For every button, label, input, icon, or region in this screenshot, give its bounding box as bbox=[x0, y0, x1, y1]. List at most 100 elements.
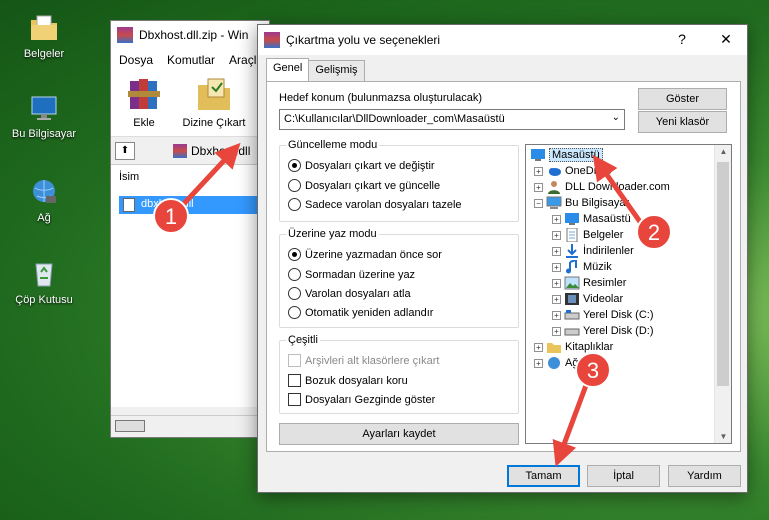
radio-button[interactable] bbox=[288, 287, 301, 300]
chevron-down-icon[interactable]: ⌄ bbox=[612, 112, 620, 123]
tree-scrollbar[interactable]: ▲ ▼ bbox=[714, 145, 731, 443]
tree-item-label: Resimler bbox=[583, 277, 627, 289]
expand-icon[interactable]: + bbox=[552, 294, 561, 304]
extract-to-button[interactable]: Dizine Çıkart bbox=[179, 75, 249, 132]
add-button[interactable]: Ekle bbox=[119, 75, 169, 132]
save-settings-button[interactable]: Ayarları kaydet bbox=[279, 423, 519, 445]
tree-item-this-pc[interactable]: − Bu Bilgisayar bbox=[534, 195, 629, 211]
radio-button[interactable] bbox=[288, 179, 301, 192]
tree-item-label: OneDrive bbox=[565, 165, 612, 177]
extract-options-dialog: Çıkartma yolu ve seçenekleri ? ✕ Genel G… bbox=[257, 24, 748, 493]
expand-icon[interactable]: + bbox=[534, 358, 543, 368]
checkbox bbox=[288, 354, 301, 367]
close-button[interactable]: ✕ bbox=[716, 31, 736, 49]
tree-item-documents[interactable]: + Belgeler bbox=[552, 227, 623, 243]
desktop-icon-label: Bu Bilgisayar bbox=[11, 128, 77, 140]
tree-item-desktop-sub[interactable]: + Masaüstü bbox=[552, 211, 631, 227]
general-panel: Hedef konum (bulunmazsa oluşturulacak) C… bbox=[266, 81, 741, 452]
radio-ask-before-overwrite[interactable]: Üzerine yazmadan önce sor bbox=[288, 248, 442, 261]
radio-label: Dosyaları çıkart ve güncelle bbox=[305, 179, 441, 192]
winrar-titlebar[interactable]: Dbxhost.dll.zip - Win bbox=[111, 21, 269, 49]
tree-item-network[interactable]: + Ağ bbox=[534, 355, 578, 371]
help-title-button[interactable]: ? bbox=[672, 31, 692, 49]
up-folder-icon[interactable]: ⬆ bbox=[115, 141, 135, 160]
desktop-icon-this-pc[interactable]: Bu Bilgisayar bbox=[6, 92, 82, 140]
cancel-button[interactable]: İptal bbox=[587, 465, 660, 487]
tree-item-downloads[interactable]: + İndirilenler bbox=[552, 243, 634, 259]
radio-rename-automatically[interactable]: Otomatik yeniden adlandır bbox=[288, 306, 433, 319]
expand-icon[interactable]: + bbox=[552, 310, 561, 320]
tree-item-desktop[interactable]: Masaüstü bbox=[530, 147, 603, 163]
tree-item-pictures[interactable]: + Resimler bbox=[552, 275, 626, 291]
check-keep-broken-files[interactable]: Bozuk dosyaları koru bbox=[288, 374, 408, 387]
collapse-icon[interactable]: − bbox=[534, 198, 543, 208]
menu-item-commands[interactable]: Komutlar bbox=[167, 53, 215, 67]
archive-path[interactable]: Dbxhost.dll bbox=[191, 144, 250, 158]
tree-item-libraries[interactable]: + Kitaplıklar bbox=[534, 339, 613, 355]
tree-item-user[interactable]: + DLL Downloader.com bbox=[534, 179, 670, 195]
new-folder-button[interactable]: Yeni klasör bbox=[638, 111, 727, 133]
ok-button[interactable]: Tamam bbox=[507, 465, 580, 487]
expand-icon[interactable]: + bbox=[552, 246, 561, 256]
expand-icon[interactable]: + bbox=[552, 214, 561, 224]
radio-button[interactable] bbox=[288, 248, 301, 261]
folder-icon bbox=[28, 12, 60, 44]
tab-advanced[interactable]: Gelişmiş bbox=[308, 60, 365, 81]
expand-icon[interactable]: + bbox=[534, 342, 543, 352]
scroll-down-icon[interactable]: ▼ bbox=[715, 432, 731, 441]
tree-item-label: Ağ bbox=[565, 357, 579, 369]
desktop-icon-recycle-bin[interactable]: Çöp Kutusu bbox=[6, 258, 82, 306]
radio-skip-existing[interactable]: Varolan dosyaları atla bbox=[288, 287, 411, 300]
radio-button[interactable] bbox=[288, 306, 301, 319]
winrar-window: Dbxhost.dll.zip - Win Dosya Komutlar Ara… bbox=[110, 20, 270, 438]
radio-button[interactable] bbox=[288, 268, 301, 281]
check-show-in-explorer[interactable]: Dosyaları Gezginde göster bbox=[288, 393, 435, 406]
zip-file-icon bbox=[173, 143, 187, 158]
radio-label: Sormadan üzerine yaz bbox=[305, 268, 416, 281]
show-button[interactable]: Göster bbox=[638, 88, 727, 110]
file-list: dbxhost.dll bbox=[111, 189, 269, 407]
winrar-address-bar: ⬆ Dbxhost.dll bbox=[111, 137, 269, 165]
folder-tree[interactable]: Masaüstü + OneDrive + DLL Downloader.com… bbox=[525, 144, 732, 444]
destination-path-combo[interactable]: C:\Kullanıcılar\DllDownloader_com\Masaüs… bbox=[279, 109, 625, 130]
drive-icon bbox=[564, 308, 580, 322]
dialog-titlebar[interactable]: Çıkartma yolu ve seçenekleri ? ✕ bbox=[258, 25, 747, 55]
radio-extract-update[interactable]: Dosyaları çıkart ve güncelle bbox=[288, 179, 440, 192]
scroll-thumb[interactable] bbox=[717, 162, 729, 386]
tree-item-disk-c[interactable]: + Yerel Disk (C:) bbox=[552, 307, 654, 323]
radio-overwrite-without-asking[interactable]: Sormadan üzerine yaz bbox=[288, 268, 415, 281]
desktop-icon-documents[interactable]: Belgeler bbox=[6, 12, 82, 60]
tree-item-music[interactable]: + Müzik bbox=[552, 258, 612, 275]
tree-item-label: Yerel Disk (D:) bbox=[583, 325, 654, 337]
file-item-name: dbxhost.dll bbox=[141, 198, 194, 210]
desktop-icon bbox=[530, 148, 546, 162]
tree-item-disk-d[interactable]: + Yerel Disk (D:) bbox=[552, 323, 654, 339]
radio-freshen-existing[interactable]: Sadece varolan dosyaları tazele bbox=[288, 198, 462, 211]
expand-icon[interactable]: + bbox=[534, 166, 543, 176]
expand-icon[interactable]: + bbox=[552, 278, 561, 288]
expand-icon[interactable]: + bbox=[552, 326, 561, 336]
expand-icon[interactable]: + bbox=[534, 182, 543, 192]
expand-icon[interactable]: + bbox=[552, 230, 561, 240]
tree-item-label: Masaüstü bbox=[583, 213, 631, 225]
checkbox[interactable] bbox=[288, 393, 301, 406]
tree-item-videos[interactable]: + Videolar bbox=[552, 291, 623, 307]
checkbox[interactable] bbox=[288, 374, 301, 387]
radio-extract-replace[interactable]: Dosyaları çıkart ve değiştir bbox=[288, 159, 435, 172]
scroll-up-icon[interactable]: ▲ bbox=[715, 147, 731, 156]
expand-icon[interactable]: + bbox=[552, 262, 561, 272]
desktop-icon-network[interactable]: Ağ bbox=[6, 176, 82, 224]
radio-button[interactable] bbox=[288, 198, 301, 211]
column-header-name[interactable]: İsim bbox=[111, 165, 269, 191]
menu-item-file[interactable]: Dosya bbox=[119, 53, 153, 67]
drive-icon bbox=[564, 324, 580, 338]
help-button[interactable]: Yardım bbox=[668, 465, 741, 487]
radio-button[interactable] bbox=[288, 159, 301, 172]
tab-general[interactable]: Genel bbox=[266, 58, 310, 81]
tree-item-label: Yerel Disk (C:) bbox=[583, 309, 654, 321]
tree-item-onedrive[interactable]: + OneDrive bbox=[534, 163, 611, 179]
tree-item-label: DLL Downloader.com bbox=[565, 181, 670, 193]
update-mode-group: Güncelleme modu Dosyaları çıkart ve deği… bbox=[279, 139, 519, 222]
folder-icon bbox=[546, 340, 562, 354]
file-item-dll[interactable]: dbxhost.dll bbox=[119, 196, 259, 214]
